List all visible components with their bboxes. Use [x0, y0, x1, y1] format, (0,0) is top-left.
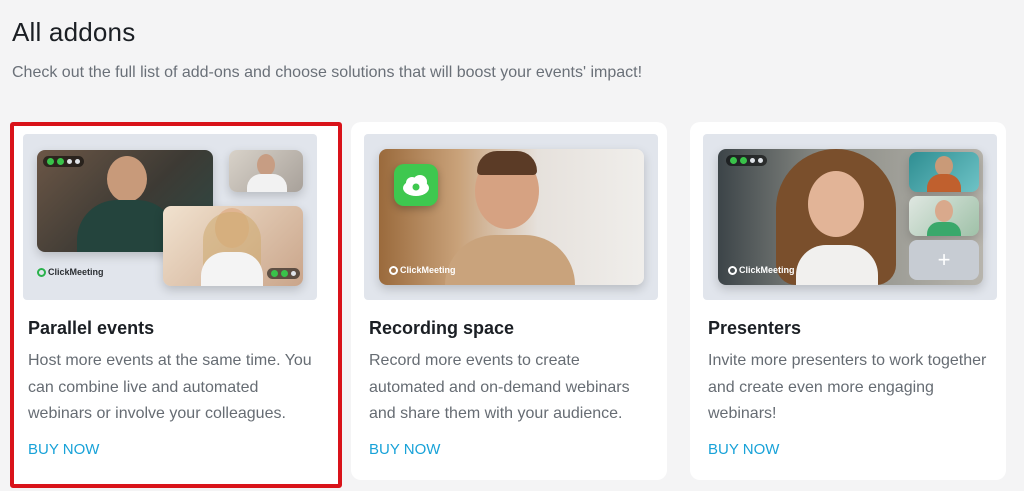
card-title: Presenters	[708, 318, 802, 338]
card-description: Host more events at the same time. You c…	[28, 352, 312, 422]
add-presenter-tile: +	[909, 240, 979, 280]
video-frame-guest	[163, 206, 303, 286]
video-frame-small	[909, 152, 979, 192]
addon-thumbnail: ClickMeeting	[23, 134, 317, 300]
addon-card-presenters[interactable]: ClickMeeting + Presenters Invite more pr…	[690, 122, 1006, 480]
page-title: All addons	[12, 17, 136, 47]
buy-now-button[interactable]: BUY NOW	[28, 441, 99, 458]
addon-card-recording-space[interactable]: ClickMeeting Recording space Record more…	[351, 122, 667, 480]
video-controls	[43, 156, 84, 167]
addon-card-parallel-events[interactable]: ClickMeeting Parallel events Host more e…	[10, 122, 342, 488]
card-description: Invite more presenters to work together …	[708, 352, 987, 422]
buy-now-button[interactable]: BUY NOW	[369, 441, 440, 458]
clickmeeting-logo: ClickMeeting	[37, 267, 104, 277]
video-controls	[726, 155, 767, 166]
cloud-icon	[394, 164, 438, 206]
video-frame-small	[909, 196, 979, 236]
presenter-shirt	[445, 235, 575, 285]
card-title: Parallel events	[28, 318, 155, 338]
clickmeeting-logo: ClickMeeting	[389, 265, 456, 275]
addons-page: All addons Check out the full list of ad…	[0, 0, 1024, 491]
presenter-face	[808, 171, 864, 237]
video-controls	[267, 268, 300, 279]
page-subtitle: Check out the full list of add-ons and c…	[12, 64, 643, 81]
clickmeeting-logo: ClickMeeting	[728, 265, 795, 275]
card-title: Recording space	[369, 318, 515, 338]
presenter-shirt	[77, 200, 177, 252]
plus-icon: +	[937, 247, 951, 272]
video-frame-small	[229, 150, 303, 192]
addon-thumbnail: ClickMeeting +	[703, 134, 997, 300]
presenter-face	[107, 156, 147, 202]
addon-thumbnail: ClickMeeting	[364, 134, 658, 300]
buy-now-button[interactable]: BUY NOW	[708, 441, 779, 458]
card-description: Record more events to create automated a…	[369, 352, 630, 422]
